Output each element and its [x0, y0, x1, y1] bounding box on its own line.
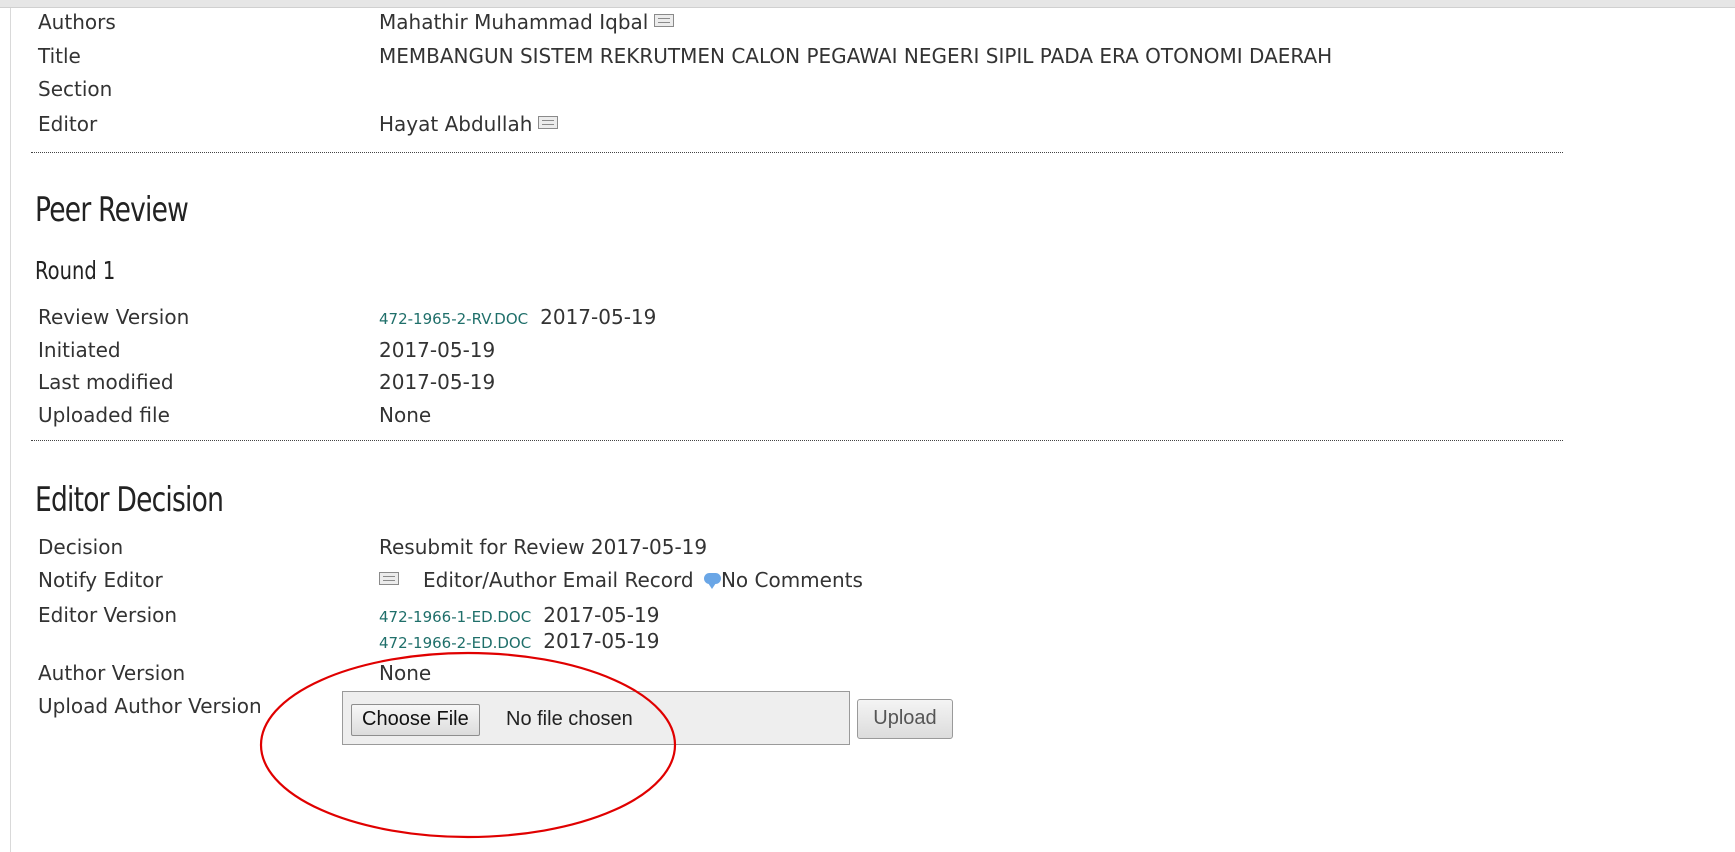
last-modified-label: Last modified [38, 370, 174, 394]
mail-icon[interactable] [654, 14, 675, 27]
last-modified-value: 2017-05-19 [379, 370, 496, 394]
mail-icon[interactable] [379, 572, 399, 585]
uploaded-file-label: Uploaded file [38, 403, 170, 427]
comments-text[interactable]: No Comments [721, 568, 863, 592]
peer-review-heading: Peer Review [35, 190, 189, 230]
review-version-date: 2017-05-19 [540, 305, 657, 329]
author-version-value: None [379, 661, 432, 685]
initiated-label: Initiated [38, 338, 121, 362]
divider [31, 440, 1563, 441]
no-file-chosen-text: No file chosen [506, 708, 633, 730]
title-label: Title [38, 44, 81, 68]
author-version-label: Author Version [38, 661, 186, 685]
mail-icon[interactable] [538, 116, 559, 129]
author-name: Mahathir Muhammad Iqbal [379, 10, 649, 34]
editor-version-file-link[interactable]: 472-1966-2-ED.DOC [379, 634, 531, 652]
review-version-value: 472-1965-2-RV.DOC 2017-05-19 [379, 303, 656, 333]
divider [31, 152, 1563, 153]
decision-label: Decision [38, 535, 124, 559]
upload-author-label: Upload Author Version [38, 694, 262, 718]
notify-editor-value: Editor/Author Email Record No Comments [379, 566, 863, 594]
authors-value: Mahathir Muhammad Iqbal [379, 8, 675, 36]
decision-value: Resubmit for Review 2017-05-19 [379, 535, 708, 559]
editor-version-date: 2017-05-19 [543, 629, 660, 653]
editor-value: Hayat Abdullah [379, 110, 559, 138]
authors-label: Authors [38, 10, 116, 34]
round-heading: Round 1 [35, 256, 116, 285]
email-record-link[interactable]: Editor/Author Email Record [423, 568, 694, 592]
upload-button[interactable]: Upload [857, 699, 953, 739]
editor-version-file-link[interactable]: 472-1966-1-ED.DOC [379, 608, 531, 626]
editor-decision-heading: Editor Decision [35, 480, 224, 520]
uploaded-file-value: None [379, 403, 432, 427]
editor-label: Editor [38, 112, 98, 136]
notify-editor-label: Notify Editor [38, 568, 163, 592]
editor-version-label: Editor Version [38, 603, 178, 627]
choose-file-button[interactable]: Choose File [351, 704, 480, 736]
editor-version-2: 472-1966-2-ED.DOC 2017-05-19 [379, 627, 659, 657]
review-version-file-link[interactable]: 472-1965-2-RV.DOC [379, 310, 528, 328]
initiated-value: 2017-05-19 [379, 338, 496, 362]
left-border [10, 8, 11, 852]
top-scrollbar-edge [0, 0, 1735, 8]
review-version-label: Review Version [38, 305, 190, 329]
section-label: Section [38, 77, 113, 101]
editor-name: Hayat Abdullah [379, 112, 533, 136]
title-value: MEMBANGUN SISTEM REKRUTMEN CALON PEGAWAI… [379, 44, 1333, 68]
comment-icon[interactable] [703, 573, 721, 589]
file-input[interactable]: Choose File No file chosen [342, 691, 850, 745]
editor-version-date: 2017-05-19 [543, 603, 660, 627]
